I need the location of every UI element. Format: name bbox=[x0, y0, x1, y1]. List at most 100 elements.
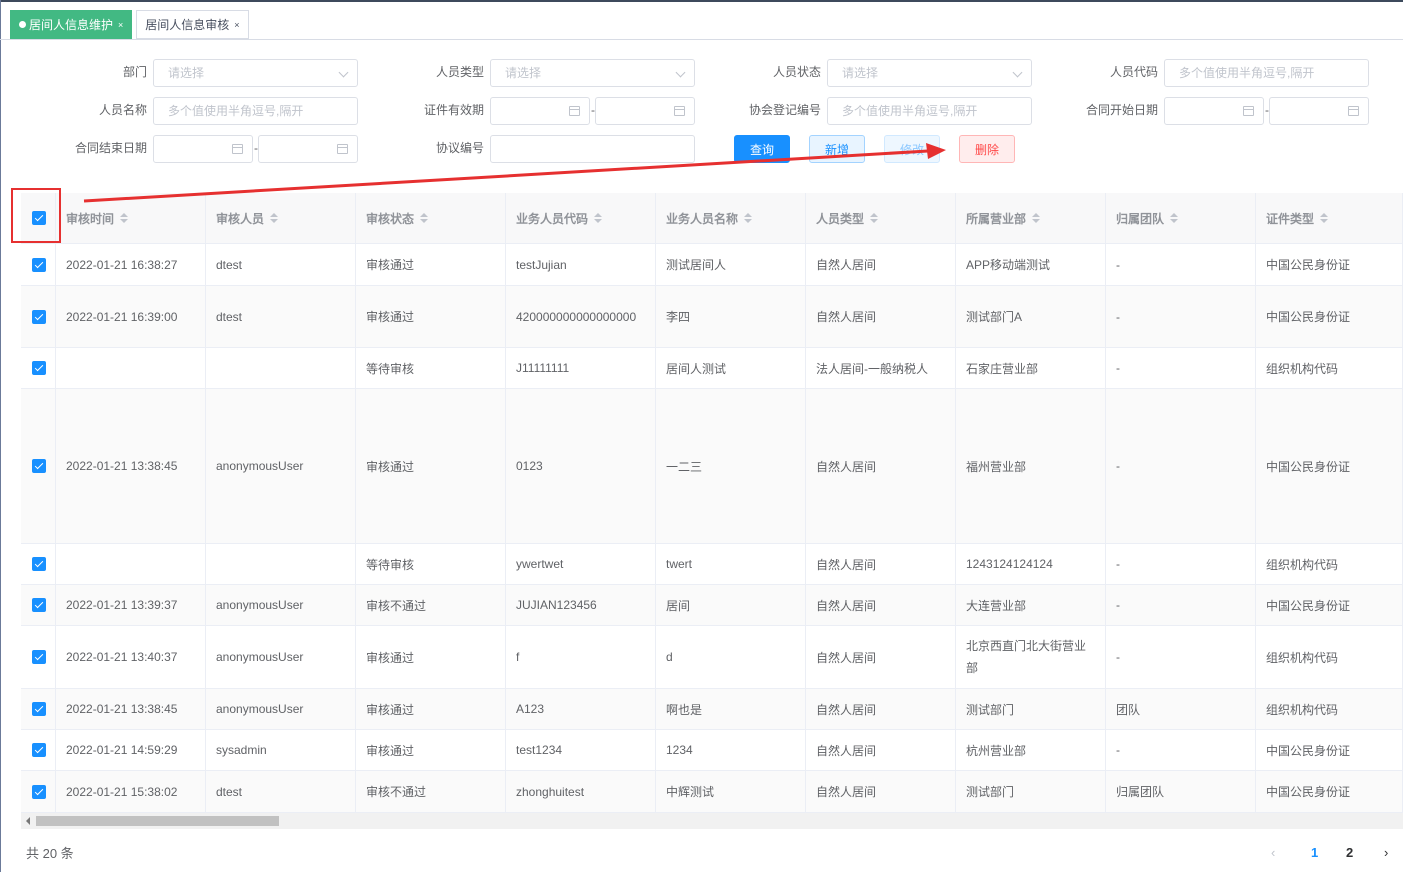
row-checkbox-cell bbox=[21, 244, 56, 285]
table-cell: 福州营业部 bbox=[956, 389, 1106, 543]
row-checkbox-cell bbox=[21, 389, 56, 543]
person-code-placeholder: 多个值使用半角逗号,隔开 bbox=[1179, 66, 1315, 80]
horizontal-scrollbar[interactable] bbox=[21, 813, 1403, 829]
person-status-select[interactable]: 请选择 bbox=[827, 59, 1032, 87]
agreement-no-input[interactable] bbox=[490, 135, 695, 163]
column-header[interactable]: 归属团队 bbox=[1106, 193, 1256, 243]
table-cell: - bbox=[1106, 730, 1256, 770]
page-1-button[interactable]: 1 bbox=[1311, 845, 1318, 860]
tab-intermediary-review[interactable]: 居间人信息审核 × bbox=[136, 10, 249, 39]
add-button[interactable]: 新增 bbox=[809, 135, 865, 163]
table-cell: 中国公民身份证 bbox=[1256, 771, 1403, 812]
assoc-no-input[interactable]: 多个值使用半角逗号,隔开 bbox=[827, 97, 1032, 125]
sort-icon[interactable] bbox=[1170, 213, 1179, 223]
query-button[interactable]: 查询 bbox=[734, 135, 790, 163]
person-name-input[interactable]: 多个值使用半角逗号,隔开 bbox=[153, 97, 358, 125]
delete-button[interactable]: 删除 bbox=[959, 135, 1015, 163]
checkbox[interactable] bbox=[32, 743, 46, 757]
cert-valid-start-date[interactable] bbox=[490, 97, 590, 125]
table-cell: 中国公民身份证 bbox=[1256, 389, 1403, 543]
sort-icon[interactable] bbox=[594, 213, 603, 223]
table-cell: - bbox=[1106, 626, 1256, 688]
scroll-left-icon[interactable] bbox=[26, 817, 30, 825]
checkbox[interactable] bbox=[32, 784, 46, 799]
prev-page-icon[interactable]: ‹ bbox=[1271, 845, 1275, 860]
dept-placeholder: 请选择 bbox=[168, 66, 205, 80]
checkbox[interactable] bbox=[32, 309, 46, 324]
table-cell: 审核通过 bbox=[356, 626, 506, 688]
table-cell: 自然人居间 bbox=[806, 730, 956, 770]
table-cell: 1243124124124 bbox=[956, 544, 1106, 584]
checkbox[interactable] bbox=[32, 557, 46, 571]
page-2-button[interactable]: 2 bbox=[1346, 845, 1353, 860]
table-cell: 组织机构代码 bbox=[1256, 544, 1403, 584]
scrollbar-thumb[interactable] bbox=[36, 816, 279, 826]
table-cell: 自然人居间 bbox=[806, 626, 956, 688]
column-header[interactable]: 业务人员名称 bbox=[656, 193, 806, 243]
table-cell: - bbox=[1106, 244, 1256, 285]
close-icon[interactable]: × bbox=[118, 20, 123, 30]
agreement-no-label: 协议编号 bbox=[435, 141, 484, 155]
sort-icon[interactable] bbox=[420, 213, 429, 223]
chevron-down-icon bbox=[338, 67, 349, 78]
dept-select[interactable]: 请选择 bbox=[153, 59, 358, 87]
table-cell: 杭州营业部 bbox=[956, 730, 1106, 770]
sort-icon[interactable] bbox=[270, 213, 279, 223]
sort-icon[interactable] bbox=[870, 213, 879, 223]
close-icon[interactable]: × bbox=[234, 20, 239, 30]
contract-start-to-date[interactable] bbox=[1269, 97, 1369, 125]
table-cell: 自然人居间 bbox=[806, 585, 956, 625]
checkbox[interactable] bbox=[32, 459, 46, 473]
calendar-icon bbox=[1243, 106, 1254, 116]
table-cell: 居间人测试 bbox=[656, 348, 806, 388]
table-row: 2022-01-21 13:39:37 anonymousUser 审核不通过 JUJ… bbox=[21, 585, 1403, 626]
table-cell: 审核通过 bbox=[356, 730, 506, 770]
calendar-icon bbox=[1348, 106, 1359, 116]
checkbox[interactable] bbox=[32, 702, 46, 716]
table-cell: - bbox=[1106, 585, 1256, 625]
table-cell: 居间 bbox=[656, 585, 806, 625]
table-cell: 测试居间人 bbox=[656, 244, 806, 285]
calendar-icon bbox=[232, 144, 243, 154]
cert-valid-end-date[interactable] bbox=[595, 97, 695, 125]
sort-icon[interactable] bbox=[1032, 213, 1041, 223]
checkbox[interactable] bbox=[32, 257, 46, 272]
chevron-down-icon bbox=[675, 67, 686, 78]
checkbox[interactable] bbox=[32, 598, 46, 612]
column-header[interactable]: 人员类型 bbox=[806, 193, 956, 243]
column-header[interactable]: 审核时间 bbox=[56, 193, 206, 243]
sort-icon[interactable] bbox=[744, 213, 753, 223]
next-page-icon[interactable]: › bbox=[1384, 845, 1388, 860]
row-checkbox-cell bbox=[21, 585, 56, 625]
checkbox[interactable] bbox=[32, 650, 46, 664]
edit-button[interactable]: 修改 bbox=[884, 135, 940, 163]
person-code-input[interactable]: 多个值使用半角逗号,隔开 bbox=[1164, 59, 1369, 87]
table-cell: d bbox=[656, 626, 806, 688]
column-header[interactable]: 审核状态 bbox=[356, 193, 506, 243]
person-type-select[interactable]: 请选择 bbox=[490, 59, 695, 87]
chevron-down-icon bbox=[1012, 67, 1023, 78]
contract-end-to-date[interactable] bbox=[258, 135, 358, 163]
contract-end-from-date[interactable] bbox=[153, 135, 253, 163]
table-cell: 2022-01-21 16:39:00 bbox=[56, 286, 206, 347]
table-cell: 自然人居间 bbox=[806, 689, 956, 729]
sort-icon[interactable] bbox=[1320, 213, 1329, 223]
column-header[interactable]: 证件类型 bbox=[1256, 193, 1403, 243]
person-code-label: 人员代码 bbox=[1109, 65, 1158, 79]
table-cell bbox=[206, 544, 356, 584]
table-cell: 2022-01-21 14:59:29 bbox=[56, 730, 206, 770]
checkbox[interactable] bbox=[32, 361, 46, 375]
contract-start-from-date[interactable] bbox=[1164, 97, 1264, 125]
sort-icon[interactable] bbox=[120, 213, 129, 223]
table-cell: 审核不通过 bbox=[356, 585, 506, 625]
column-header[interactable]: 所属营业部 bbox=[956, 193, 1106, 243]
column-header-label: 业务人员名称 bbox=[666, 211, 739, 226]
column-header[interactable]: 审核人员 bbox=[206, 193, 356, 243]
table-cell: 自然人居间 bbox=[806, 771, 956, 812]
column-header-label: 业务人员代码 bbox=[516, 211, 589, 226]
column-header[interactable]: 业务人员代码 bbox=[506, 193, 656, 243]
tab-bar: 居间人信息维护 × 居间人信息审核 × bbox=[10, 10, 249, 39]
tab-intermediary-maintenance[interactable]: 居间人信息维护 × bbox=[10, 10, 133, 39]
page: 居间人信息维护 × 居间人信息审核 × 部门 请选择 人员类型 请选择 人员状态… bbox=[0, 0, 1403, 872]
table-cell: A123 bbox=[506, 689, 656, 729]
